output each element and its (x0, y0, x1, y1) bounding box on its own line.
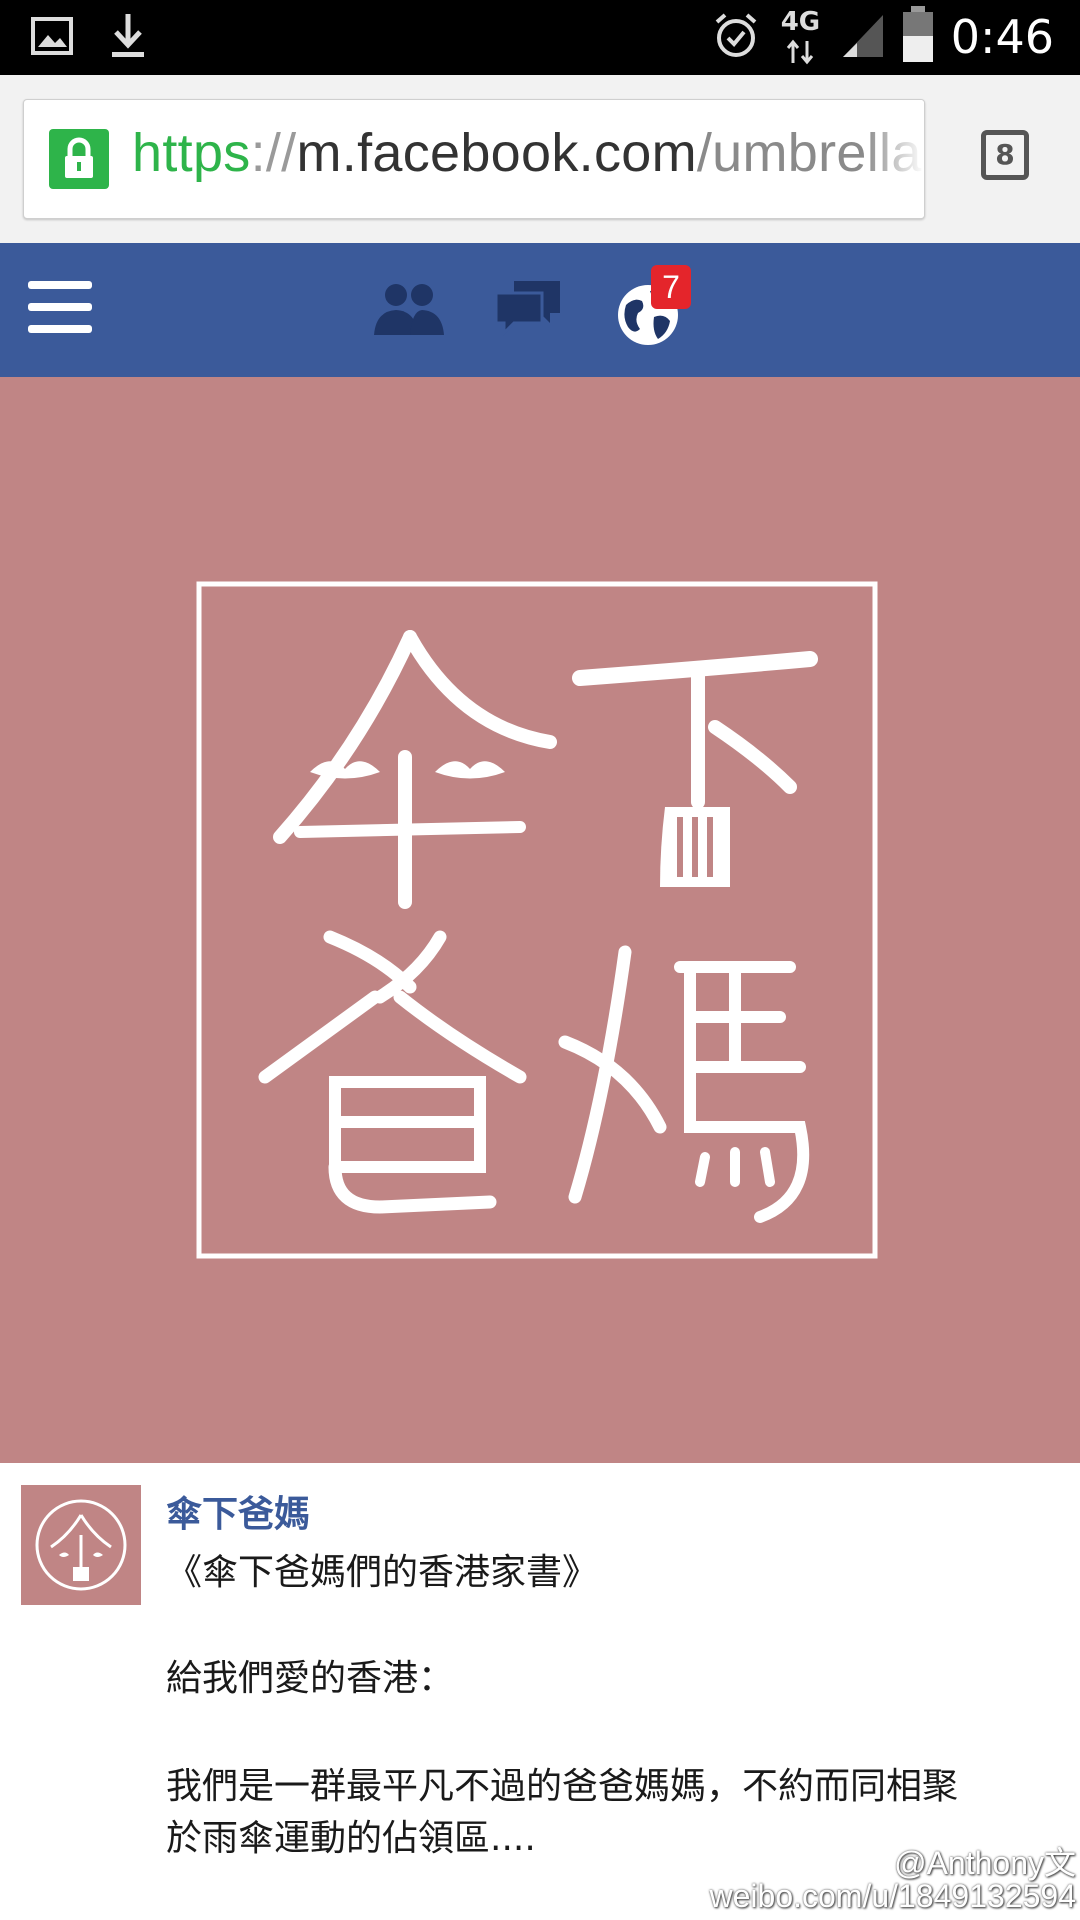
page-logo (196, 581, 878, 1259)
facebook-nav-bar: 7 (0, 243, 1080, 377)
post-salutation: 給我們愛的香港： (166, 1658, 455, 1699)
signal-icon (841, 11, 885, 63)
network-4g-icon: 4G (777, 7, 825, 67)
alarm-icon (711, 10, 761, 64)
url-fade (864, 100, 924, 218)
network-label: 4G (780, 7, 821, 37)
messages-icon[interactable] (492, 277, 564, 345)
battery-icon (901, 6, 935, 68)
tab-switcher-button[interactable]: 8 (981, 130, 1029, 180)
secure-lock-icon[interactable] (49, 129, 109, 189)
post-title: 《傘下爸媽們的香港家書》 (166, 1552, 599, 1593)
image-icon (30, 14, 74, 62)
menu-icon[interactable] (28, 281, 92, 337)
download-icon (108, 12, 148, 64)
browser-toolbar: https://m.facebook.com/umbrella 8 (0, 75, 1080, 243)
notifications-badge[interactable]: 7 (651, 265, 691, 309)
clock: 0:46 (950, 10, 1054, 64)
url-text[interactable]: https://m.facebook.com/umbrella (132, 122, 922, 184)
post-body-line-2: 於雨傘運動的佔領區.... (166, 1818, 536, 1859)
friend-requests-icon[interactable] (370, 277, 446, 345)
address-bar[interactable]: https://m.facebook.com/umbrella (23, 99, 925, 219)
page-avatar-logo (35, 1499, 127, 1591)
post-body-line-1: 我們是一群最平凡不過的爸爸媽媽，不約而同相聚 (166, 1766, 959, 1807)
page-avatar[interactable] (21, 1485, 141, 1605)
logo-text (258, 630, 818, 1223)
cover-photo (0, 377, 1080, 1463)
status-bar: 4G 0:46 (0, 0, 1080, 75)
watermark-url: weibo.com/u/1849132594 (709, 1878, 1077, 1914)
page-name-link[interactable]: 傘下爸媽 (166, 1485, 310, 1537)
url-host: m.facebook.com (296, 123, 697, 183)
url-separator: :// (250, 123, 297, 183)
url-scheme: https (132, 123, 251, 183)
